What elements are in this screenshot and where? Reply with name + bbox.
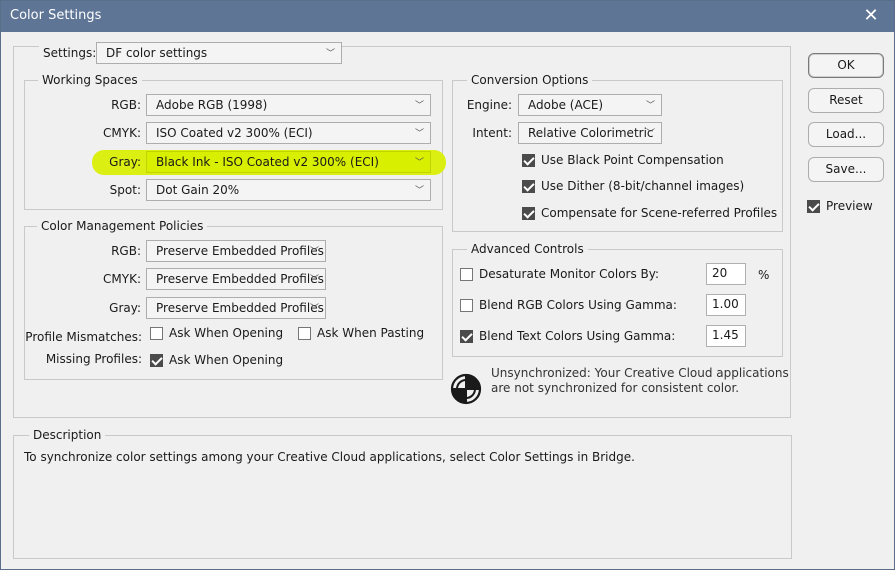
policies-title: Color Management Policies <box>37 219 208 233</box>
desaturate-checkbox[interactable] <box>460 268 473 281</box>
intent-dropdown[interactable]: Relative Colorimetric ﹀ <box>518 122 662 144</box>
scene-referred-checkbox[interactable] <box>522 207 535 220</box>
dither-checkbox[interactable] <box>522 180 535 193</box>
description-title: Description <box>29 428 106 442</box>
chevron-down-icon: ﹀ <box>414 158 424 168</box>
desaturate-input[interactable]: 20 <box>706 263 746 285</box>
close-icon[interactable]: ✕ <box>848 1 894 32</box>
conversion-title: Conversion Options <box>467 73 593 87</box>
ws-spot-dropdown[interactable]: Dot Gain 20% ﹀ <box>146 179 431 201</box>
missing-ask-opening-label[interactable]: Ask When Opening <box>169 353 283 367</box>
settings-label: Settings: <box>39 46 101 60</box>
bpc-label[interactable]: Use Black Point Compensation <box>541 153 724 167</box>
ws-rgb-label: RGB: <box>111 98 141 112</box>
mismatch-ask-pasting-checkbox[interactable] <box>298 327 311 340</box>
ws-spot-label: Spot: <box>109 183 141 197</box>
load-button[interactable]: Load... <box>808 122 884 147</box>
window-title: Color Settings <box>10 8 102 23</box>
dither-label[interactable]: Use Dither (8-bit/channel images) <box>541 179 744 193</box>
blend-rgb-input[interactable]: 1.00 <box>706 294 746 316</box>
mismatch-ask-opening-checkbox[interactable] <box>150 327 163 340</box>
title-bar: Color Settings ✕ <box>1 1 894 32</box>
advanced-title: Advanced Controls <box>467 242 588 256</box>
scene-referred-label[interactable]: Compensate for Scene-referred Profiles <box>541 206 777 220</box>
chevron-down-icon: ﹀ <box>309 247 319 257</box>
pol-gray-label: Gray: <box>109 301 141 315</box>
pol-cmyk-label: CMYK: <box>103 272 141 286</box>
mismatch-ask-pasting-label[interactable]: Ask When Pasting <box>317 326 424 340</box>
intent-label: Intent: <box>472 126 512 140</box>
color-settings-dialog: Color Settings ✕ Settings: DF color sett… <box>0 0 895 570</box>
pol-gray-dropdown[interactable]: Preserve Embedded Profiles ﹀ <box>146 297 326 319</box>
description-text: To synchronize color settings among your… <box>24 450 635 464</box>
save-button[interactable]: Save... <box>808 157 884 182</box>
ws-rgb-dropdown[interactable]: Adobe RGB (1998) ﹀ <box>146 94 431 116</box>
chevron-down-icon: ﹀ <box>309 275 319 285</box>
chevron-down-icon: ﹀ <box>414 129 424 139</box>
chevron-down-icon: ﹀ <box>325 49 335 59</box>
mismatch-ask-opening-label[interactable]: Ask When Opening <box>169 326 283 340</box>
bpc-checkbox[interactable] <box>522 154 535 167</box>
chevron-down-icon: ﹀ <box>645 129 655 139</box>
preview-label[interactable]: Preview <box>826 199 873 213</box>
ws-gray-dropdown[interactable]: Black Ink - ISO Coated v2 300% (ECI) ﹀ <box>146 151 431 173</box>
working-spaces-title: Working Spaces <box>38 73 142 87</box>
ws-gray-label: Gray: <box>109 155 141 169</box>
missing-profiles-label: Missing Profiles: <box>45 352 142 366</box>
pol-cmyk-dropdown[interactable]: Preserve Embedded Profiles ﹀ <box>146 268 326 290</box>
settings-dropdown[interactable]: DF color settings ﹀ <box>96 42 342 64</box>
chevron-down-icon: ﹀ <box>414 101 424 111</box>
preview-checkbox[interactable] <box>807 200 820 213</box>
engine-dropdown[interactable]: Adobe (ACE) ﹀ <box>518 94 662 116</box>
desaturate-unit: % <box>758 268 770 282</box>
reset-button[interactable]: Reset <box>808 88 884 113</box>
pol-rgb-label: RGB: <box>111 244 141 258</box>
sync-status-line2: are not synchronized for consistent colo… <box>491 381 740 395</box>
pol-rgb-dropdown[interactable]: Preserve Embedded Profiles ﹀ <box>146 240 326 262</box>
blend-rgb-label[interactable]: Blend RGB Colors Using Gamma: <box>479 298 677 312</box>
blend-text-checkbox[interactable] <box>460 330 473 343</box>
profile-mismatches-label: Profile Mismatches: <box>25 330 142 344</box>
blend-text-input[interactable]: 1.45 <box>706 325 746 347</box>
chevron-down-icon: ﹀ <box>645 101 655 111</box>
chevron-down-icon: ﹀ <box>309 304 319 314</box>
sync-icon <box>450 373 482 405</box>
blend-text-label[interactable]: Blend Text Colors Using Gamma: <box>479 329 675 343</box>
missing-ask-opening-checkbox[interactable] <box>150 354 163 367</box>
ws-cmyk-dropdown[interactable]: ISO Coated v2 300% (ECI) ﹀ <box>146 122 431 144</box>
engine-label: Engine: <box>466 98 512 112</box>
desaturate-label[interactable]: Desaturate Monitor Colors By: <box>479 267 659 281</box>
sync-status-line1: Unsynchronized: Your Creative Cloud appl… <box>491 366 789 380</box>
ok-button[interactable]: OK <box>808 53 884 78</box>
blend-rgb-checkbox[interactable] <box>460 299 473 312</box>
chevron-down-icon: ﹀ <box>414 186 424 196</box>
ws-cmyk-label: CMYK: <box>103 126 141 140</box>
